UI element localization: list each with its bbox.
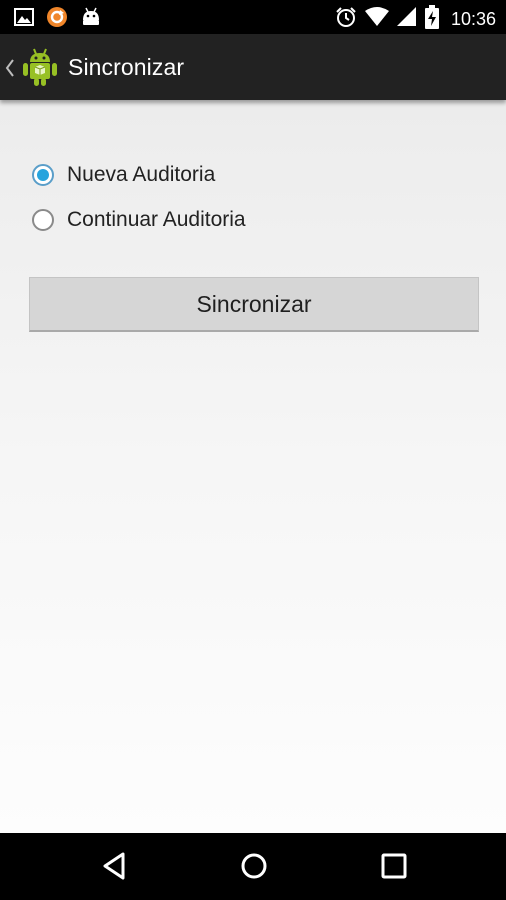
radio-button-checked[interactable] [32,164,54,186]
clock: 10:36 [450,9,496,29]
navigation-bar [0,833,506,900]
battery-charging-icon [424,5,439,34]
sync-form: Nueva Auditoria Continuar Auditoria Sinc… [0,100,506,833]
image-icon [14,7,34,32]
cellular-icon [396,7,417,32]
back-icon[interactable] [100,850,128,887]
radio-button-unchecked[interactable] [32,209,54,231]
radio-label: Nueva Auditoria [67,163,216,186]
status-notifications [14,6,102,33]
wifi-icon [364,7,389,32]
status-bar: 10:36 [0,0,506,34]
android-app-icon[interactable] [22,48,58,91]
recents-icon[interactable] [378,850,410,887]
alarm-icon [335,6,357,33]
chevron-left-icon[interactable] [4,58,16,83]
page-title: Sincronizar [68,54,185,80]
action-bar: Sincronizar [0,34,506,100]
radio-continuar-auditoria[interactable]: Continuar Auditoria [32,205,246,235]
sincronizar-button[interactable]: Sincronizar [29,277,479,332]
radio-label: Continuar Auditoria [67,208,246,231]
home-icon[interactable] [238,850,270,887]
status-system: 10:36 [335,5,496,34]
sync-app-icon [46,6,68,33]
radio-nueva-auditoria[interactable]: Nueva Auditoria [32,160,215,190]
android-icon [80,6,102,33]
